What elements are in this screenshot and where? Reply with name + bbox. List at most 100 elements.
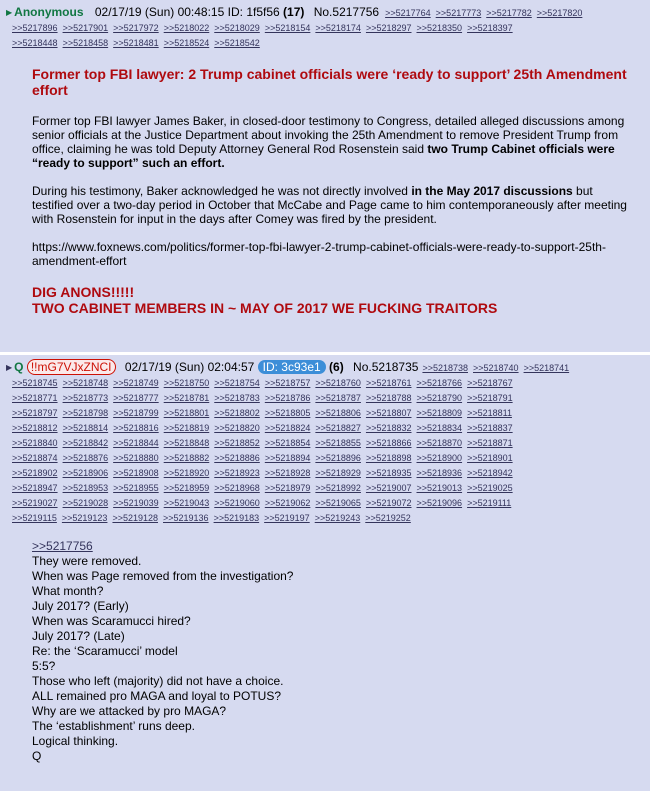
backlink[interactable]: >>5218786 xyxy=(265,393,311,403)
backlink[interactable]: >>5218481 xyxy=(113,38,159,48)
backlink[interactable]: >>5219115 xyxy=(12,513,57,523)
backlink[interactable]: >>5218750 xyxy=(164,378,210,388)
backlink[interactable]: >>5218791 xyxy=(467,393,513,403)
post-number[interactable]: No.5217756 xyxy=(314,5,379,19)
backlink[interactable]: >>5218029 xyxy=(214,23,260,33)
backlink[interactable]: >>5219252 xyxy=(365,513,411,523)
backlink[interactable]: >>5219123 xyxy=(62,513,108,523)
backlink[interactable]: >>5218757 xyxy=(265,378,311,388)
poster-id[interactable]: 1f5f56 xyxy=(246,5,279,19)
poster-id-badge[interactable]: ID: 3c93e1 xyxy=(257,360,326,374)
backlink[interactable]: >>5218942 xyxy=(467,468,513,478)
backlink[interactable]: >>5217773 xyxy=(436,8,482,18)
backlink[interactable]: >>5218816 xyxy=(113,423,159,433)
backlink[interactable]: >>5218761 xyxy=(366,378,412,388)
backlink[interactable]: >>5218754 xyxy=(214,378,260,388)
backlink[interactable]: >>5218174 xyxy=(315,23,361,33)
backlink[interactable]: >>5218777 xyxy=(113,393,159,403)
backlink[interactable]: >>5218923 xyxy=(214,468,260,478)
backlink[interactable]: >>5218848 xyxy=(164,438,210,448)
post-number[interactable]: No.5218735 xyxy=(353,360,418,374)
backlink[interactable]: >>5218900 xyxy=(417,453,463,463)
backlink[interactable]: >>5218740 xyxy=(473,363,519,373)
backlink[interactable]: >>5218882 xyxy=(164,453,210,463)
backlink[interactable]: >>5218801 xyxy=(164,408,210,418)
backlink[interactable]: >>5218154 xyxy=(265,23,311,33)
backlink[interactable]: >>5218837 xyxy=(467,423,513,433)
backlink[interactable]: >>5218834 xyxy=(417,423,463,433)
backlink[interactable]: >>5218906 xyxy=(63,468,109,478)
backlink[interactable]: >>5217764 xyxy=(385,8,431,18)
backlink[interactable]: >>5218901 xyxy=(467,453,513,463)
backlink[interactable]: >>5218807 xyxy=(366,408,412,418)
backlink[interactable]: >>5219128 xyxy=(112,513,158,523)
backlink[interactable]: >>5218542 xyxy=(214,38,260,48)
backlink[interactable]: >>5218874 xyxy=(12,453,58,463)
backlink[interactable]: >>5219072 xyxy=(366,498,412,508)
backlink[interactable]: >>5218955 xyxy=(113,483,159,493)
backlink[interactable]: >>5218448 xyxy=(12,38,58,48)
backlink[interactable]: >>5218760 xyxy=(315,378,361,388)
backlink[interactable]: >>5218928 xyxy=(265,468,311,478)
backlink[interactable]: >>5218824 xyxy=(265,423,311,433)
backlink[interactable]: >>5219136 xyxy=(163,513,209,523)
backlink[interactable]: >>5219197 xyxy=(264,513,310,523)
backlink[interactable]: >>5218929 xyxy=(315,468,361,478)
backlink[interactable]: >>5218741 xyxy=(524,363,570,373)
backlink[interactable]: >>5217782 xyxy=(486,8,532,18)
backlink[interactable]: >>5219096 xyxy=(417,498,463,508)
backlink[interactable]: >>5218809 xyxy=(417,408,463,418)
backlink[interactable]: >>5218870 xyxy=(417,438,463,448)
backlink[interactable]: >>5218898 xyxy=(366,453,412,463)
backlink[interactable]: >>5218886 xyxy=(214,453,260,463)
backlink[interactable]: >>5218022 xyxy=(164,23,210,33)
backlink[interactable]: >>5217972 xyxy=(113,23,159,33)
backlink[interactable]: >>5218936 xyxy=(417,468,463,478)
backlink[interactable]: >>5218947 xyxy=(12,483,58,493)
backlink[interactable]: >>5218790 xyxy=(417,393,463,403)
backlink[interactable]: >>5218783 xyxy=(214,393,260,403)
backlink[interactable]: >>5218935 xyxy=(366,468,412,478)
backlink[interactable]: >>5218798 xyxy=(63,408,109,418)
post-menu-arrow-icon[interactable]: ▶ xyxy=(6,363,12,372)
backlink[interactable]: >>5218797 xyxy=(12,408,58,418)
backlink[interactable]: >>5219183 xyxy=(214,513,260,523)
backlink[interactable]: >>5218814 xyxy=(63,423,109,433)
backlink[interactable]: >>5219027 xyxy=(12,498,58,508)
backlink[interactable]: >>5218920 xyxy=(164,468,210,478)
backlink[interactable]: >>5218880 xyxy=(113,453,159,463)
backlink[interactable]: >>5218979 xyxy=(265,483,311,493)
backlink[interactable]: >>5217901 xyxy=(63,23,109,33)
backlink[interactable]: >>5219062 xyxy=(265,498,311,508)
backlink[interactable]: >>5219013 xyxy=(417,483,463,493)
backlink[interactable]: >>5218745 xyxy=(12,378,58,388)
backlink[interactable]: >>5218524 xyxy=(164,38,210,48)
quote-link[interactable]: >>5217756 xyxy=(32,539,630,554)
backlink[interactable]: >>5218827 xyxy=(315,423,361,433)
backlink[interactable]: >>5219039 xyxy=(113,498,159,508)
post-menu-arrow-icon[interactable]: ▶ xyxy=(6,8,12,17)
backlink[interactable]: >>5218832 xyxy=(366,423,412,433)
backlink[interactable]: >>5218840 xyxy=(12,438,58,448)
backlink[interactable]: >>5218350 xyxy=(417,23,463,33)
backlink[interactable]: >>5218805 xyxy=(265,408,311,418)
backlink[interactable]: >>5218802 xyxy=(214,408,260,418)
backlink[interactable]: >>5218749 xyxy=(113,378,159,388)
backlink[interactable]: >>5218866 xyxy=(366,438,412,448)
backlink[interactable]: >>5218781 xyxy=(164,393,210,403)
backlink[interactable]: >>5218819 xyxy=(164,423,210,433)
backlink[interactable]: >>5218953 xyxy=(63,483,109,493)
backlink[interactable]: >>5218844 xyxy=(113,438,159,448)
backlink[interactable]: >>5218968 xyxy=(214,483,260,493)
backlink[interactable]: >>5219243 xyxy=(315,513,361,523)
backlink[interactable]: >>5218896 xyxy=(315,453,361,463)
backlink[interactable]: >>5218767 xyxy=(467,378,513,388)
backlink[interactable]: >>5218852 xyxy=(214,438,260,448)
backlink[interactable]: >>5218799 xyxy=(113,408,159,418)
backlink[interactable]: >>5219111 xyxy=(467,498,511,508)
backlink[interactable]: >>5218766 xyxy=(417,378,463,388)
backlink[interactable]: >>5218811 xyxy=(467,408,512,418)
backlink[interactable]: >>5218959 xyxy=(164,483,210,493)
backlink[interactable]: >>5218297 xyxy=(366,23,412,33)
backlink[interactable]: >>5217820 xyxy=(537,8,583,18)
